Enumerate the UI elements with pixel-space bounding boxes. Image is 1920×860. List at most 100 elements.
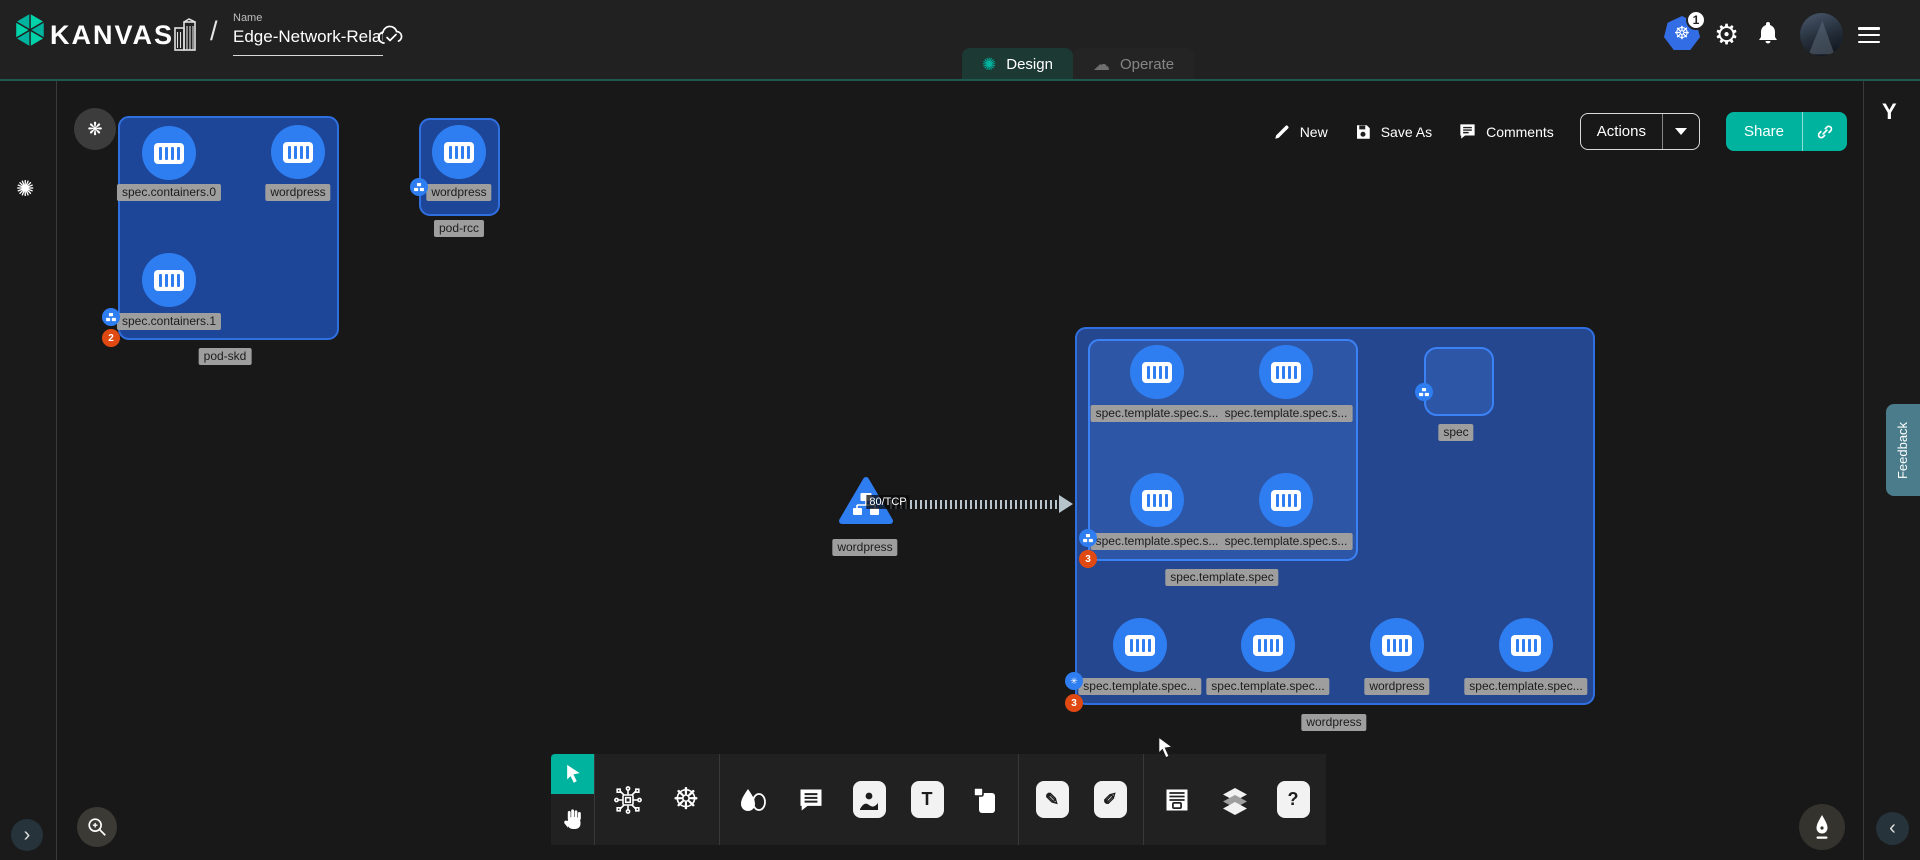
node-pod-0[interactable]: [1113, 618, 1167, 672]
share-button[interactable]: Share: [1726, 112, 1847, 151]
app-header: KANVAS / Name ✺ Design ☁ Operate: [0, 0, 1920, 79]
group-spec-template-spec[interactable]: [1088, 339, 1358, 561]
save-as-button[interactable]: Save As: [1354, 123, 1432, 141]
organization-icon[interactable]: [172, 18, 198, 52]
node-pod-3[interactable]: [1499, 618, 1553, 672]
kubernetes-tool-button[interactable]: ☸: [657, 754, 715, 845]
shapes-tool-button[interactable]: [724, 754, 782, 845]
container-icon: [283, 142, 313, 163]
pencil-icon: [1273, 123, 1291, 141]
node-spec-containers-1[interactable]: [142, 253, 196, 307]
rack-badge-icon[interactable]: [1079, 529, 1097, 547]
kubernetes-wheel-icon: ☸: [673, 785, 700, 815]
notifications-bell-icon[interactable]: [1756, 20, 1780, 48]
brand-wordmark: KANVAS: [50, 20, 174, 51]
container-icon: [1271, 362, 1301, 383]
settings-gear-icon[interactable]: ⚙: [1714, 18, 1739, 51]
tab-operate[interactable]: ☁ Operate: [1073, 48, 1194, 81]
chevron-left-icon: ‹: [1889, 817, 1896, 840]
operate-cloud-icon: ☁: [1093, 56, 1110, 73]
link-icon: [1816, 123, 1834, 141]
node-label: wordpress: [426, 184, 491, 201]
freehand-tool-button[interactable]: ✐: [1081, 754, 1139, 845]
canvas-config-gear-icon[interactable]: ❋: [74, 108, 116, 150]
kanvas-app: KANVAS / Name ✺ Design ☁ Operate: [0, 0, 1920, 860]
share-label: Share: [1726, 112, 1802, 151]
container-icon: [154, 270, 184, 291]
rack-badge-icon[interactable]: [102, 308, 120, 326]
kanvas-logo-icon[interactable]: [13, 11, 47, 54]
actions-caret[interactable]: [1662, 114, 1699, 149]
feedback-label: Feedback: [1896, 421, 1911, 478]
cloud-saved-icon: [376, 24, 406, 48]
actions-dropdown-button[interactable]: Actions: [1580, 113, 1700, 150]
pen-nib-icon: [1811, 814, 1833, 840]
new-button[interactable]: New: [1273, 123, 1328, 141]
comment-tool-button[interactable]: [782, 754, 840, 845]
shapes-icon: [738, 785, 768, 815]
canvas-actions-bar: New Save As Comments Actions Share: [1273, 112, 1847, 151]
node-pod-1[interactable]: [1241, 618, 1295, 672]
save-as-label: Save As: [1381, 124, 1432, 140]
zoom-in-button[interactable]: [77, 807, 117, 847]
node-template-container-2[interactable]: [1130, 473, 1184, 527]
issue-count-badge[interactable]: 3: [1065, 694, 1083, 712]
hand-icon: [561, 807, 585, 833]
node-wordpress-pod-skd[interactable]: [271, 125, 325, 179]
node-label: wordpress: [1364, 678, 1429, 695]
node-wordpress-pod-rcc[interactable]: [432, 125, 486, 179]
pan-tool-button[interactable]: [551, 794, 594, 845]
actions-label: Actions: [1581, 114, 1662, 149]
help-tool-button[interactable]: ?: [1264, 754, 1322, 845]
copy-link-segment[interactable]: [1802, 112, 1847, 151]
group-label: pod-skd: [199, 348, 252, 365]
layers-icon: [1220, 785, 1250, 815]
caret-down-icon: [1675, 128, 1687, 135]
design-name-input[interactable]: [233, 27, 383, 56]
rack-badge-icon[interactable]: [1415, 383, 1433, 401]
tab-design[interactable]: ✺ Design: [962, 48, 1073, 81]
circuit-icon: [613, 785, 643, 815]
node-label: spec.containers.1: [117, 313, 221, 330]
feedback-tab[interactable]: Feedback: [1886, 404, 1920, 496]
meshery-spiral-badge-icon[interactable]: ✳: [1065, 672, 1083, 690]
edge-service-to-deployment[interactable]: [890, 500, 1062, 509]
node-template-container-0[interactable]: [1130, 345, 1184, 399]
layers-tool-button[interactable]: [1206, 754, 1264, 845]
node-pod-2[interactable]: [1370, 618, 1424, 672]
node-label: spec.template.spec...: [1078, 678, 1201, 695]
ink-pen-button[interactable]: [1799, 804, 1845, 850]
menu-hamburger-icon[interactable]: [1858, 27, 1880, 43]
design-name-label: Name: [233, 12, 262, 24]
issue-count-badge[interactable]: 2: [102, 329, 120, 347]
doodle-pencil-icon: ✐: [1094, 781, 1127, 818]
note-tool-button[interactable]: [956, 754, 1014, 845]
chevron-right-icon: ›: [24, 824, 31, 847]
node-template-container-3[interactable]: [1259, 473, 1313, 527]
text-tool-button[interactable]: T: [898, 754, 956, 845]
edit-pen-tool-button[interactable]: ✎: [1023, 754, 1081, 845]
question-mark-icon: ?: [1277, 781, 1310, 818]
node-label: spec.template.spec...: [1464, 678, 1587, 695]
edge-arrowhead: [1059, 495, 1073, 513]
meshery-spiral-icon[interactable]: ✺: [16, 176, 34, 202]
media-tool-button[interactable]: [840, 754, 898, 845]
user-avatar[interactable]: [1800, 13, 1843, 56]
components-tool-button[interactable]: [599, 754, 657, 845]
dock-seg-kubernetes: ☸: [595, 754, 719, 845]
select-tool-button[interactable]: [551, 754, 594, 794]
node-spec-empty[interactable]: [1424, 347, 1494, 416]
comments-button[interactable]: Comments: [1458, 122, 1554, 141]
comment-icon: [797, 786, 825, 814]
archive-tool-button[interactable]: [1148, 754, 1206, 845]
issue-count-badge[interactable]: 3: [1079, 550, 1097, 568]
collapse-right-panel-button[interactable]: ‹: [1876, 812, 1909, 845]
node-template-container-1[interactable]: [1259, 345, 1313, 399]
shapes-dock-y-icon[interactable]: Y: [1882, 99, 1897, 125]
rack-badge-icon[interactable]: [410, 178, 428, 196]
expand-left-panel-button[interactable]: ›: [11, 819, 43, 851]
node-spec-containers-0[interactable]: [142, 126, 196, 180]
mode-tabs: ✺ Design ☁ Operate: [962, 48, 1194, 81]
node-label: spec.template.spec.s...: [1220, 533, 1353, 550]
design-spiral-icon: ✺: [982, 56, 996, 73]
